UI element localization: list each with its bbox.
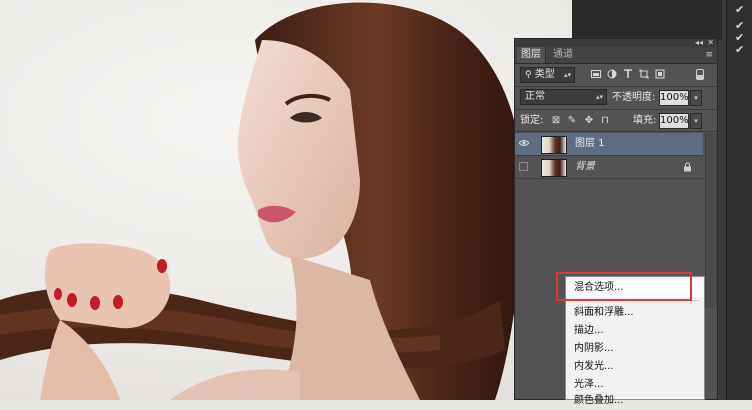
layers-scrollbar[interactable] bbox=[705, 133, 717, 308]
lock-label: 锁定: bbox=[520, 115, 544, 126]
filter-kind-label: 类型 bbox=[534, 69, 555, 80]
layer-name[interactable]: 图层 1 bbox=[575, 133, 605, 155]
lock-all-icon[interactable]: ⊓ bbox=[599, 115, 611, 127]
menu-item-bevel-emboss[interactable]: 斜面和浮雕... bbox=[567, 304, 703, 322]
layer-row[interactable]: 背景 bbox=[515, 156, 703, 179]
filter-row: ⚲ 类型 ▴▾ bbox=[515, 66, 717, 86]
filter-kind-select[interactable]: ⚲ 类型 ▴▾ bbox=[520, 67, 575, 83]
collapse-icon[interactable]: ◂◂ bbox=[695, 38, 703, 47]
type-filter-icon[interactable] bbox=[623, 69, 633, 79]
fill-slider-button[interactable]: ▾ bbox=[690, 113, 702, 129]
divider bbox=[515, 109, 717, 110]
panel-menu-icon[interactable]: ≡ bbox=[705, 48, 713, 62]
close-icon[interactable]: ✕ bbox=[707, 38, 714, 47]
layer-row[interactable]: 图层 1 bbox=[515, 133, 703, 156]
search-icon: ⚲ bbox=[525, 70, 532, 80]
menu-item-inner-shadow[interactable]: 内阴影... bbox=[567, 340, 703, 358]
menu-item-color-overlay[interactable]: 颜色叠加... bbox=[567, 392, 703, 410]
lock-position-icon[interactable]: ✥ bbox=[583, 115, 595, 127]
fill-label: 填充: bbox=[633, 115, 657, 126]
check-icon[interactable]: ✔ bbox=[735, 44, 744, 56]
lock-row: 锁定: ⊠ ✎ ✥ ⊓ 填充: 100% ▾ bbox=[515, 111, 717, 131]
divider bbox=[515, 86, 717, 87]
smart-object-filter-icon[interactable] bbox=[655, 69, 665, 79]
layer-thumbnail bbox=[541, 136, 567, 154]
adjustment-filter-icon[interactable] bbox=[607, 69, 617, 79]
shape-filter-icon[interactable] bbox=[639, 69, 649, 79]
tab-channels[interactable]: 通道 bbox=[549, 47, 577, 63]
menu-item-stroke[interactable]: 描边... bbox=[567, 322, 703, 340]
layer-name[interactable]: 背景 bbox=[575, 156, 595, 178]
blend-mode-select[interactable]: 正常 ▴▾ bbox=[520, 89, 607, 105]
panel-checklist: ✔ ✔ ✔ ✔ bbox=[726, 0, 752, 400]
chevron-down-icon: ▴▾ bbox=[595, 93, 603, 101]
fill-input[interactable]: 100% bbox=[659, 113, 689, 129]
visibility-toggle[interactable] bbox=[519, 162, 528, 171]
panel-tabs: 图层 通道 ≡ bbox=[515, 47, 717, 64]
lock-paint-icon[interactable]: ✎ bbox=[566, 115, 578, 127]
opacity-slider-button[interactable]: ▾ bbox=[690, 90, 702, 106]
opacity-label: 不透明度: bbox=[612, 92, 656, 103]
chevron-down-icon: ▴▾ bbox=[563, 71, 571, 79]
annotation-highlight bbox=[556, 272, 692, 301]
panel-titlebar[interactable]: ◂◂ ✕ bbox=[515, 38, 717, 47]
check-icon[interactable]: ✔ bbox=[735, 4, 744, 16]
opacity-input[interactable]: 100% bbox=[659, 90, 689, 106]
lock-icon bbox=[684, 162, 691, 172]
toggle-knob bbox=[697, 70, 703, 75]
eye-icon[interactable] bbox=[519, 139, 529, 147]
tab-layers[interactable]: 图层 bbox=[517, 47, 546, 63]
layer-thumbnail bbox=[541, 159, 567, 177]
divider bbox=[515, 131, 717, 132]
filter-toggle-switch[interactable] bbox=[696, 69, 704, 80]
lock-transparency-icon[interactable]: ⊠ bbox=[550, 115, 562, 127]
blend-mode-label: 正常 bbox=[525, 91, 545, 102]
menu-item-inner-glow[interactable]: 内发光... bbox=[567, 358, 703, 376]
pixel-filter-icon[interactable] bbox=[591, 69, 601, 79]
blend-row: 正常 ▴▾ 不透明度: 100% ▾ bbox=[515, 88, 717, 108]
dock-header bbox=[572, 0, 722, 40]
